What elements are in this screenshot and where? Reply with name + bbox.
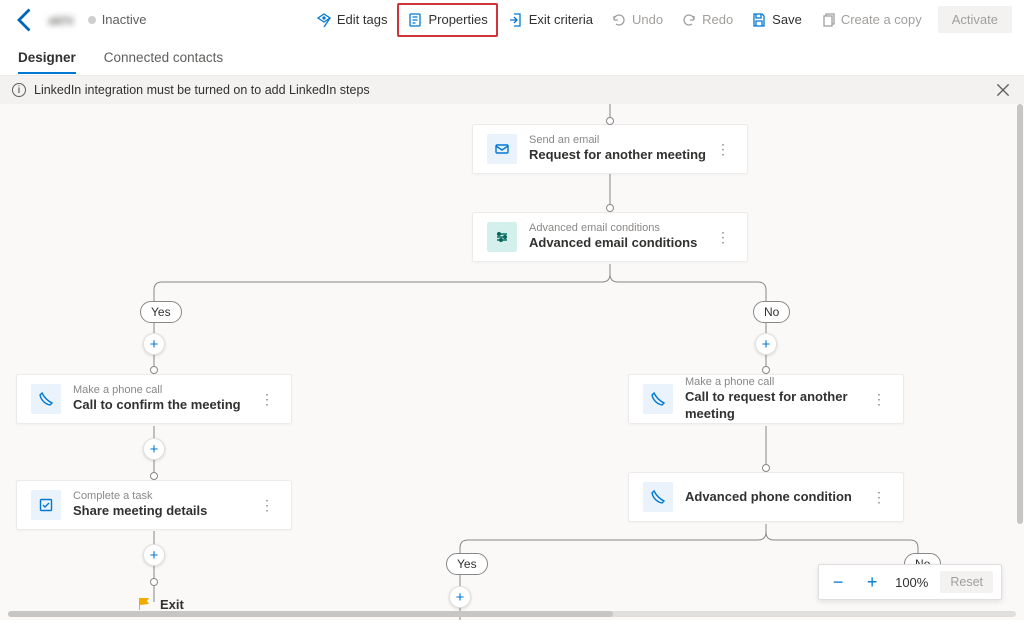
node-text: Make a phone call Call to request for an…	[685, 376, 869, 423]
info-bar: i LinkedIn integration must be turned on…	[0, 76, 1024, 104]
top-bar: akhi Inactive Edit tags Properties Exit …	[0, 0, 1024, 40]
node-more-button[interactable]: ⋮	[257, 391, 277, 408]
phone-icon	[643, 384, 673, 414]
tab-connected-contacts[interactable]: Connected contacts	[104, 42, 223, 73]
node-call-confirm[interactable]: Make a phone call Call to confirm the me…	[16, 374, 292, 424]
node-text: Complete a task Share meeting details	[73, 490, 257, 520]
properties-highlight: Properties	[397, 3, 497, 37]
connectors	[0, 104, 1024, 620]
toolbar-actions: Edit tags Properties Exit criteria Undo …	[308, 3, 1012, 37]
exit-criteria-label: Exit criteria	[529, 12, 593, 27]
tab-designer[interactable]: Designer	[18, 42, 76, 73]
node-more-button[interactable]: ⋮	[869, 489, 889, 506]
node-text: Advanced phone condition	[685, 489, 869, 506]
zoom-reset-button[interactable]: Reset	[940, 571, 993, 593]
status-text: Inactive	[102, 12, 147, 27]
node-email[interactable]: Send an email Request for another meetin…	[472, 124, 748, 174]
save-button[interactable]: Save	[743, 7, 810, 33]
properties-label: Properties	[428, 12, 487, 27]
properties-button[interactable]: Properties	[399, 7, 495, 33]
zoom-out-button[interactable]: −	[827, 571, 849, 593]
zoom-control: − + 100% Reset	[818, 564, 1002, 600]
redo-button[interactable]: Redo	[673, 7, 741, 33]
add-step-button[interactable]: +	[143, 333, 165, 355]
node-text: Make a phone call Call to confirm the me…	[73, 384, 257, 414]
tabs-row: Designer Connected contacts	[0, 40, 1024, 76]
connector-dot	[150, 472, 158, 480]
add-step-button[interactable]: +	[143, 544, 165, 566]
node-more-button[interactable]: ⋮	[257, 497, 277, 514]
conditions-icon	[487, 222, 517, 252]
node-task[interactable]: Complete a task Share meeting details ⋮	[16, 480, 292, 530]
node-more-button[interactable]: ⋮	[713, 229, 733, 246]
save-label: Save	[772, 12, 802, 27]
create-copy-button[interactable]: Create a copy	[812, 7, 930, 33]
node-email-conditions[interactable]: Advanced email conditions Advanced email…	[472, 212, 748, 262]
edit-tags-button[interactable]: Edit tags	[308, 7, 396, 33]
add-step-button[interactable]: +	[143, 438, 165, 460]
connector-dot	[762, 366, 770, 374]
node-more-button[interactable]: ⋮	[869, 391, 889, 408]
info-close-button[interactable]	[994, 81, 1012, 99]
connector-dot	[762, 464, 770, 472]
zoom-level: 100%	[895, 575, 928, 590]
activate-button[interactable]: Activate	[938, 6, 1012, 33]
zoom-in-button[interactable]: +	[861, 571, 883, 593]
email-icon	[487, 134, 517, 164]
designer-canvas[interactable]: Send an email Request for another meetin…	[0, 104, 1024, 620]
status-dot	[88, 16, 96, 24]
connector-dot	[606, 204, 614, 212]
redo-label: Redo	[702, 12, 733, 27]
exit-step[interactable]: Exit	[136, 596, 184, 612]
edit-tags-label: Edit tags	[337, 12, 388, 27]
node-more-button[interactable]: ⋮	[713, 141, 733, 158]
connector-dot	[150, 578, 158, 586]
no-badge: No	[753, 301, 790, 323]
add-step-button[interactable]: +	[449, 586, 471, 608]
phone-condition-icon	[643, 482, 673, 512]
info-icon: i	[12, 83, 26, 97]
node-text: Advanced email conditions Advanced email…	[529, 222, 713, 252]
node-call-request[interactable]: Make a phone call Call to request for an…	[628, 374, 904, 424]
node-text: Send an email Request for another meetin…	[529, 134, 713, 164]
node-phone-condition[interactable]: Advanced phone condition ⋮	[628, 472, 904, 522]
add-step-button[interactable]: +	[755, 333, 777, 355]
undo-button[interactable]: Undo	[603, 7, 671, 33]
vertical-scrollbar[interactable]	[1017, 104, 1023, 612]
flag-icon	[136, 596, 152, 612]
info-message: LinkedIn integration must be turned on t…	[34, 83, 370, 97]
create-copy-label: Create a copy	[841, 12, 922, 27]
phone-icon	[31, 384, 61, 414]
connector-dot	[150, 366, 158, 374]
yes-badge: Yes	[446, 553, 488, 575]
task-icon	[31, 490, 61, 520]
sequence-name: akhi	[48, 12, 74, 28]
yes-badge: Yes	[140, 301, 182, 323]
horizontal-scrollbar[interactable]	[8, 611, 1016, 617]
connector-dot	[606, 117, 614, 125]
undo-label: Undo	[632, 12, 663, 27]
back-button[interactable]	[12, 6, 40, 34]
exit-criteria-button[interactable]: Exit criteria	[500, 7, 601, 33]
